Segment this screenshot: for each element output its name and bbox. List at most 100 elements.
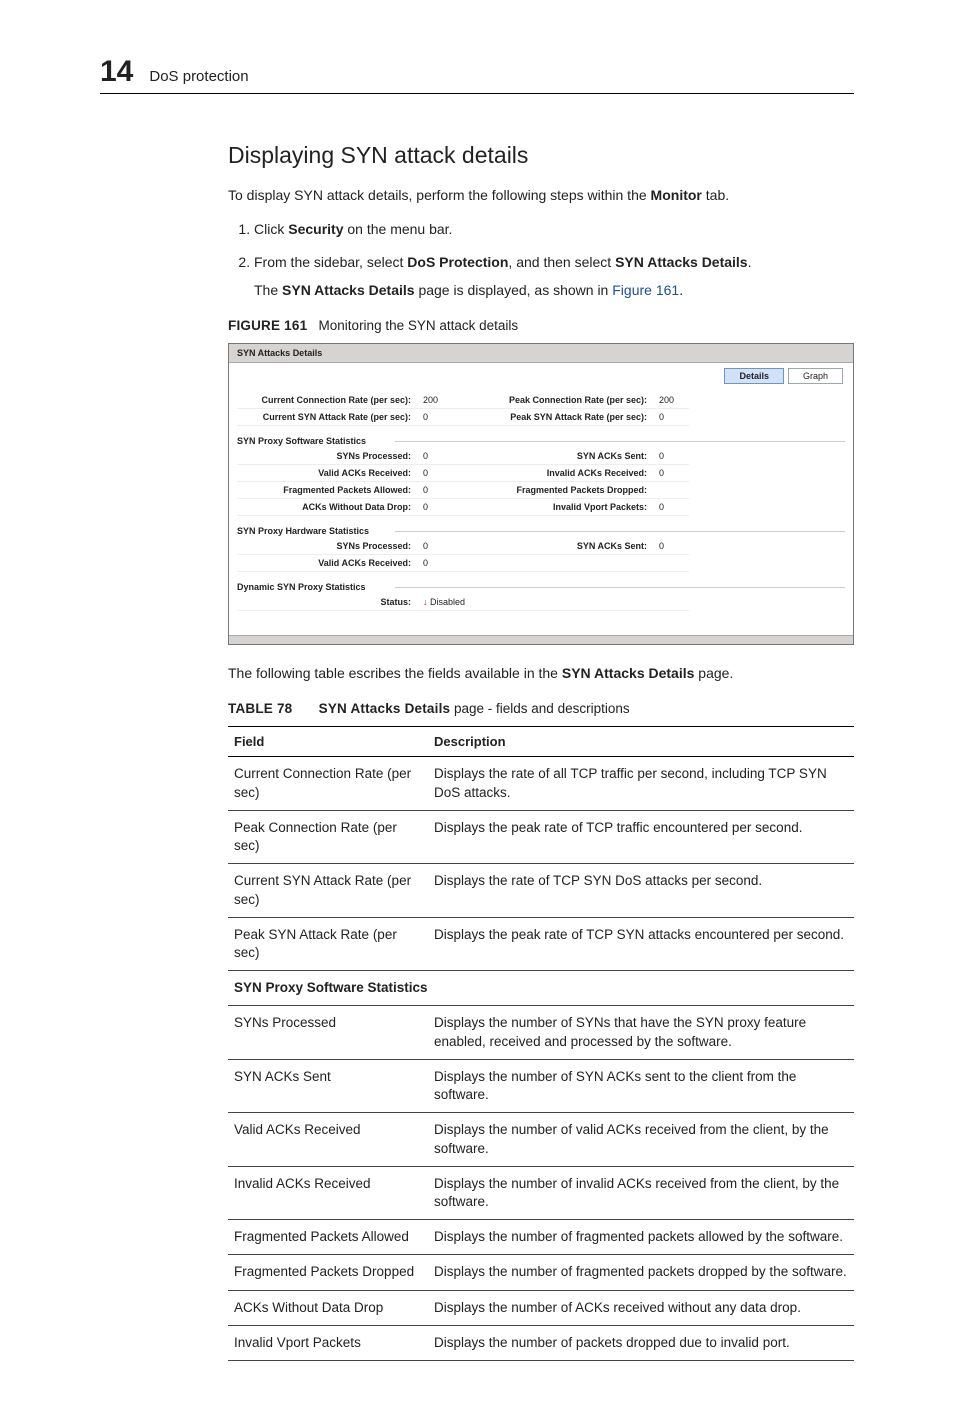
field-name: Peak SYN Attack Rate (per sec) (228, 917, 428, 970)
table-title-tail: page - fields and descriptions (450, 701, 629, 716)
tab-details[interactable]: Details (724, 368, 784, 384)
dos-protection-bold: DoS Protection (407, 254, 508, 270)
down-arrow-icon: ↓ (423, 597, 428, 607)
stat-label: Fragmented Packets Dropped: (453, 482, 653, 499)
text: page. (694, 665, 733, 681)
text: tab. (702, 187, 729, 203)
status-label: Status: (237, 594, 417, 611)
figure-caption: FIGURE 161 Monitoring the SYN attack det… (228, 318, 854, 333)
tab-row: Details Graph (237, 363, 845, 392)
fields-tbody: Current Connection Rate (per sec)Display… (228, 757, 854, 1361)
text: To display SYN attack details, perform t… (228, 187, 651, 203)
stat-value (653, 555, 689, 572)
table-row: ACKs Without Data DropDisplays the numbe… (228, 1290, 854, 1325)
stat-label: ACKs Without Data Drop: (237, 499, 417, 516)
security-bold: Security (288, 221, 343, 237)
table-caption: TABLE 78 SYN Attacks Details page - fiel… (228, 701, 854, 716)
table-label: TABLE 78 (228, 701, 292, 716)
hardware-stats: SYNs Processed: 0 SYN ACKs Sent: 0 Valid… (237, 538, 845, 572)
field-name: Fragmented Packets Dropped (228, 1255, 428, 1290)
table-row: Peak SYN Attack Rate (per sec)Displays t… (228, 917, 854, 970)
intro-paragraph: To display SYN attack details, perform t… (228, 185, 854, 205)
top-stats: Current Connection Rate (per sec): 200 P… (237, 392, 845, 426)
text: , and then select (508, 254, 615, 270)
stat-value: 0 (417, 465, 453, 482)
step-2: From the sidebar, select DoS Protection,… (254, 252, 854, 301)
stat-label: Peak SYN Attack Rate (per sec): (453, 409, 653, 426)
field-description: Displays the rate of all TCP traffic per… (428, 757, 854, 810)
field-description: Displays the peak rate of TCP SYN attack… (428, 917, 854, 970)
stat-value: 0 (417, 409, 453, 426)
stat-value: 0 (653, 538, 689, 555)
status-text: Disabled (430, 597, 465, 607)
stat-label: Invalid ACKs Received: (453, 465, 653, 482)
field-description: Displays the number of packets dropped d… (428, 1325, 854, 1360)
stat-value: 0 (417, 538, 453, 555)
field-name: SYN ACKs Sent (228, 1059, 428, 1112)
stat-value: 0 (653, 409, 689, 426)
field-name: SYNs Processed (228, 1006, 428, 1059)
text: on the menu bar. (343, 221, 452, 237)
figure-screenshot: SYN Attacks Details Details Graph Curren… (228, 343, 854, 645)
tab-graph[interactable]: Graph (788, 368, 843, 384)
stat-label: Valid ACKs Received: (237, 555, 417, 572)
panel-body: Details Graph Current Connection Rate (p… (229, 363, 853, 635)
group-hardware: SYN Proxy Hardware Statistics (237, 526, 845, 536)
text: page is displayed, as shown in (415, 282, 613, 298)
monitor-bold: Monitor (651, 187, 702, 203)
field-description: Displays the rate of TCP SYN DoS attacks… (428, 864, 854, 917)
step-1: Click Security on the menu bar. (254, 219, 854, 239)
text: The (254, 282, 282, 298)
panel-title: SYN Attacks Details (229, 344, 853, 363)
figure-label: FIGURE 161 (228, 318, 307, 333)
group-software: SYN Proxy Software Statistics (237, 436, 845, 446)
stat-label: Current Connection Rate (per sec): (237, 392, 417, 409)
table-subheading: SYN Proxy Software Statistics (228, 971, 854, 1006)
table-row: Fragmented Packets AllowedDisplays the n… (228, 1220, 854, 1255)
table-row: Invalid Vport PacketsDisplays the number… (228, 1325, 854, 1360)
stat-value: 0 (653, 465, 689, 482)
field-name: Invalid Vport Packets (228, 1325, 428, 1360)
col-description: Description (428, 727, 854, 757)
table-row: SYNs ProcessedDisplays the number of SYN… (228, 1006, 854, 1059)
dynamic-stats: Status: ↓ Disabled (237, 594, 845, 611)
step-2-result: The SYN Attacks Details page is displaye… (254, 280, 854, 300)
syn-attacks-bold: SYN Attacks Details (615, 254, 748, 270)
table-row: Fragmented Packets DroppedDisplays the n… (228, 1255, 854, 1290)
field-name: Invalid ACKs Received (228, 1166, 428, 1219)
field-name: Current SYN Attack Rate (per sec) (228, 864, 428, 917)
field-description: Displays the number of invalid ACKs rece… (428, 1166, 854, 1219)
field-description: Displays the number of fragmented packet… (428, 1220, 854, 1255)
text: From the sidebar, select (254, 254, 407, 270)
stat-label: Peak Connection Rate (per sec): (453, 392, 653, 409)
figure-ref-link[interactable]: Figure 161 (612, 282, 679, 298)
stat-label (453, 555, 653, 572)
section-heading: Displaying SYN attack details (228, 142, 854, 169)
text: The following table escribes the fields … (228, 665, 562, 681)
page: 14 DoS protection Displaying SYN attack … (0, 0, 954, 1421)
stat-value (653, 482, 689, 499)
running-header: 14 DoS protection (100, 55, 854, 94)
status-value: ↓ Disabled (417, 594, 689, 611)
field-name: ACKs Without Data Drop (228, 1290, 428, 1325)
table-title-bold: SYN Attacks Details (319, 701, 451, 716)
text: . (748, 254, 752, 270)
stat-label: Valid ACKs Received: (237, 465, 417, 482)
steps-list: Click Security on the menu bar. From the… (228, 219, 854, 300)
field-name: Current Connection Rate (per sec) (228, 757, 428, 810)
stat-label: Invalid Vport Packets: (453, 499, 653, 516)
stat-value: 200 (417, 392, 453, 409)
table-row: Valid ACKs ReceivedDisplays the number o… (228, 1113, 854, 1166)
software-stats: SYNs Processed: 0 SYN ACKs Sent: 0 Valid… (237, 448, 845, 516)
syn-attacks-bold: SYN Attacks Details (282, 282, 415, 298)
table-row: Peak Connection Rate (per sec)Displays t… (228, 810, 854, 863)
field-name: Fragmented Packets Allowed (228, 1220, 428, 1255)
stat-label: SYN ACKs Sent: (453, 448, 653, 465)
field-description: Displays the peak rate of TCP traffic en… (428, 810, 854, 863)
table-row: SYN Proxy Software Statistics (228, 971, 854, 1006)
main-content: Displaying SYN attack details To display… (228, 142, 854, 1361)
table-row: Current Connection Rate (per sec)Display… (228, 757, 854, 810)
stat-label: SYN ACKs Sent: (453, 538, 653, 555)
table-row: SYN ACKs SentDisplays the number of SYN … (228, 1059, 854, 1112)
field-description: Displays the number of SYN ACKs sent to … (428, 1059, 854, 1112)
